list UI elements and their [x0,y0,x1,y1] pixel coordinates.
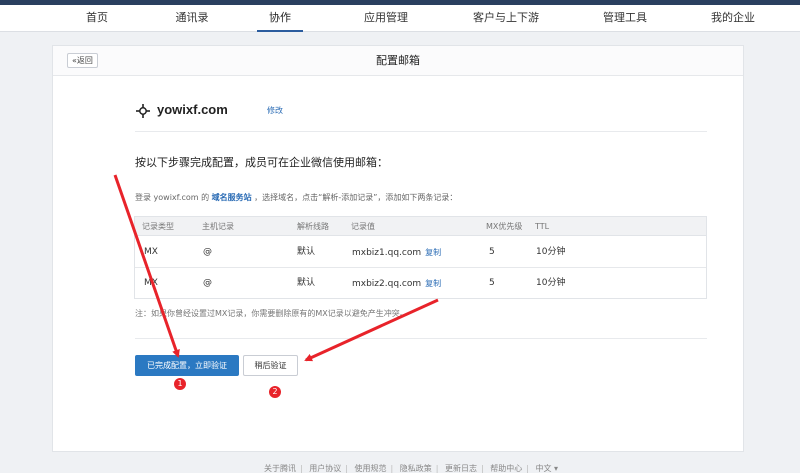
footer-link-agreement[interactable]: 用户协议 [309,464,341,473]
copy-link[interactable]: 复制 [425,279,441,288]
footer-separator: | [526,464,529,473]
card-header: 配置邮箱 «返回 [53,46,743,76]
config-mail-card: 配置邮箱 «返回 yowixf.com 修改 按以下步骤完成配置，成员可在企业微… [52,45,744,452]
footer-separator: | [300,464,303,473]
cell-priority: 5 [489,278,495,288]
edit-domain-link[interactable]: 修改 [267,105,283,116]
cell-priority: 5 [489,247,495,257]
instructions: 登录 yowixf.com 的 域名服务站 ，选择域名，点击“解析-添加记录”，… [135,192,457,203]
nav-item-collaboration[interactable]: 协作 [269,5,291,32]
col-priority: MX优先级 [486,222,523,231]
footer-link-rules[interactable]: 使用规范 [355,464,387,473]
table-header: 记录类型 主机记录 解析线路 记录值 MX优先级 TTL [135,217,706,236]
nav-item-customers[interactable]: 客户与上下游 [473,5,539,32]
footer-link-changelog[interactable]: 更新日志 [445,464,477,473]
language-select[interactable]: 中文 ▾ [536,464,559,473]
active-tab-indicator [257,30,303,32]
nav-item-contacts[interactable]: 通讯录 [176,5,209,32]
table-row: MX @ 默认 mxbiz2.qq.com 复制 5 10分钟 [135,268,706,299]
cell-type: MX [144,247,158,257]
nav-item-app-management[interactable]: 应用管理 [364,5,408,32]
table-row: MX @ 默认 mxbiz1.qq.com 复制 5 10分钟 [135,237,706,268]
instructions-suffix: ，选择域名，点击“解析-添加记录”，添加如下两条记录： [254,193,458,202]
footer-separator: | [390,464,394,473]
conflict-note: 注：如果你曾经设置过MX记录，你需要删除原有的MX记录以避免产生冲突。 [135,309,408,318]
footer-separator: | [435,464,439,473]
top-nav: 首页 通讯录 协作 应用管理 客户与上下游 管理工具 我的企业 [0,5,800,32]
record-value: mxbiz2.qq.com [352,279,422,289]
page-title: 配置邮箱 [376,54,420,67]
annotation-badge-2: 2 [269,386,281,398]
domain-name: yowixf.com [157,102,228,117]
record-value: mxbiz1.qq.com [352,248,422,258]
nav-item-management-tools[interactable]: 管理工具 [603,5,647,32]
col-ttl: TTL [535,222,550,231]
col-record-type: 记录类型 [142,222,174,231]
divider [135,131,707,132]
back-button[interactable]: «返回 [67,53,98,68]
footer: 关于腾讯 | 用户协议 | 使用规范 | 隐私政策 | 更新日志 | 帮助中心 | 中文 ▾ [264,463,562,473]
cell-ttl: 10分钟 [536,247,566,257]
divider [135,338,707,339]
cell-value: mxbiz1.qq.com 复制 [352,237,441,268]
footer-link-help[interactable]: 帮助中心 [490,464,522,473]
crosshair-logo-icon [136,104,150,118]
cell-line: 默认 [297,247,316,257]
verify-now-button[interactable]: 已完成配置，立即验证 [135,355,239,376]
footer-link-privacy[interactable]: 隐私政策 [400,464,432,473]
footer-link-about[interactable]: 关于腾讯 [264,464,296,473]
copy-link[interactable]: 复制 [425,248,441,257]
instructions-prefix: 登录 yowixf.com 的 [135,193,210,202]
cell-type: MX [144,278,158,288]
col-value: 记录值 [351,222,375,231]
annotation-badge-1: 1 [174,378,186,390]
cell-value: mxbiz2.qq.com 复制 [352,268,441,299]
steps-title: 按以下步骤完成配置，成员可在企业微信使用邮箱： [135,156,388,169]
cell-host: @ [203,247,212,257]
nav-item-home[interactable]: 首页 [86,5,108,32]
cell-host: @ [203,278,212,288]
cell-line: 默认 [297,278,316,288]
footer-separator: | [345,464,348,473]
verify-later-button[interactable]: 稍后验证 [243,355,298,376]
nav-item-my-enterprise[interactable]: 我的企业 [711,5,755,32]
cell-ttl: 10分钟 [536,278,566,288]
footer-separator: | [481,464,484,473]
domain-service-link[interactable]: 域名服务站 [212,193,252,202]
col-host: 主机记录 [202,222,234,231]
col-line: 解析线路 [297,222,329,231]
